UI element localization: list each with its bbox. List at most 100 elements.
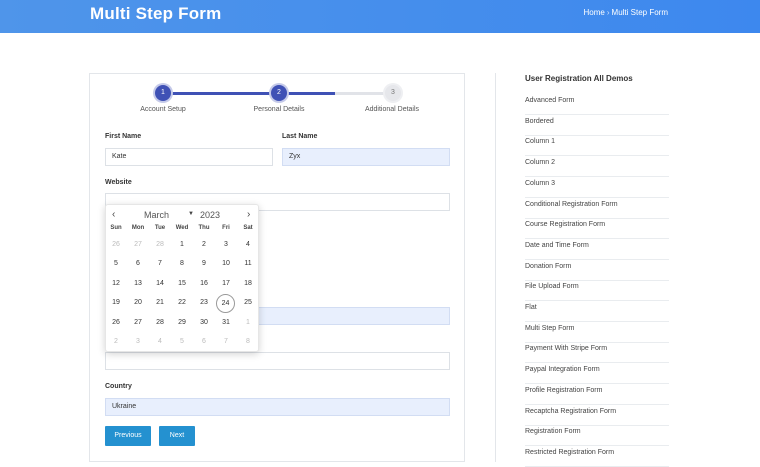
sidebar-item[interactable]: Conditional Registration Form [525,198,669,219]
next-button[interactable]: Next [159,426,195,446]
calendar-day[interactable]: 21 [150,294,170,312]
sidebar-item[interactable]: Multi Step Form [525,322,669,343]
calendar-day[interactable]: 3 [216,236,236,254]
calendar-day[interactable]: 5 [172,333,192,351]
calendar-day[interactable]: 26 [106,314,126,332]
step-1-label: Account Setup [140,106,186,113]
calendar-day[interactable]: 13 [128,275,148,293]
sidebar-item[interactable]: Paypal Integration Form [525,363,669,385]
calendar-day[interactable]: 1 [172,236,192,254]
sidebar-item[interactable]: Registration Form [525,425,669,447]
country-select[interactable]: Ukraine [105,398,450,416]
calendar-day[interactable]: 7 [150,255,170,273]
step-3-label: Additional Details [364,106,420,113]
calendar-day[interactable]: 30 [194,314,214,332]
weekday-label: Wed [175,225,189,231]
calendar-day[interactable]: 24 [216,294,235,314]
calendar-day[interactable]: 20 [128,294,148,312]
sidebar-item[interactable]: Recaptcha Registration Form [525,405,669,426]
form-card: 1 2 3 Account Setup Personal Details Add… [89,73,465,462]
calendar-day[interactable]: 8 [172,255,192,273]
calendar-day[interactable]: 5 [106,255,126,273]
calendar-day[interactable]: 17 [216,275,236,293]
calendar-day[interactable]: 3 [128,333,148,351]
year-input[interactable]: 2023 [200,210,220,220]
calendar-day[interactable]: 19 [106,294,126,312]
step-1-circle[interactable]: 1 [155,85,171,101]
calendar-day[interactable]: 9 [194,255,214,273]
calendar-day[interactable]: 14 [150,275,170,293]
first-name-input[interactable]: Kate [105,148,273,166]
sidebar-item[interactable]: Profile Registration Form [525,384,669,405]
calendar-day[interactable]: 23 [194,294,214,312]
sidebar-item[interactable]: Date and Time Form [525,239,669,260]
calendar-day[interactable]: 27 [128,314,148,332]
calendar-day[interactable]: 8 [238,333,258,351]
calendar-day[interactable]: 10 [216,255,236,273]
first-name-label: First Name [105,133,142,140]
chevron-down-icon[interactable]: ▼ [188,211,194,217]
sidebar-title: User Registration All Demos [525,74,633,83]
sidebar-item[interactable]: Course Registration Form [525,218,669,240]
previous-button[interactable]: Previous [105,426,151,446]
country-label: Country [105,383,132,390]
calendar-day[interactable]: 25 [238,294,258,312]
page-header: Multi Step Form Home › Multi Step Form [0,0,760,33]
calendar-day[interactable]: 4 [150,333,170,351]
additional-input[interactable] [105,352,450,370]
calendar-day[interactable]: 6 [194,333,214,351]
calendar-day[interactable]: 31 [216,314,236,332]
step-2-circle[interactable]: 2 [271,85,287,101]
calendar-day[interactable]: 22 [172,294,192,312]
sidebar-item[interactable]: Donation Form [525,260,669,281]
sidebar-item[interactable]: Column 1 [525,135,669,157]
calendar-day[interactable]: 28 [150,314,170,332]
website-label: Website [105,179,132,186]
prev-month-icon[interactable]: ‹ [112,209,115,220]
calendar-day[interactable]: 4 [238,236,258,254]
breadcrumb-home-link[interactable]: Home [584,8,605,17]
breadcrumb-separator: › [606,8,610,17]
breadcrumb: Home › Multi Step Form [584,8,668,17]
calendar-day[interactable]: 1 [238,314,258,332]
sidebar-item[interactable]: Advanced Form [525,94,669,115]
weekday-label: Tue [154,225,166,231]
calendar-day[interactable]: 11 [238,255,258,273]
calendar-day[interactable]: 26 [106,236,126,254]
step-3-circle[interactable]: 3 [385,85,401,101]
calendar-day[interactable]: 29 [172,314,192,332]
calendar-day[interactable]: 18 [238,275,258,293]
calendar-day[interactable]: 7 [216,333,236,351]
weekday-label: Sun [110,225,122,231]
calendar-day[interactable]: 27 [128,236,148,254]
sidebar-item[interactable]: Column 2 [525,156,669,178]
weekday-label: Sat [243,225,253,231]
breadcrumb-current: Multi Step Form [611,8,668,17]
sidebar-item[interactable]: File Upload Form [525,280,669,302]
month-select[interactable]: March [144,210,169,220]
sidebar-item[interactable]: Column 3 [525,177,669,198]
calendar-day[interactable]: 28 [150,236,170,254]
sidebar-item[interactable]: Flat [525,301,669,322]
sidebar-divider [495,73,496,462]
calendar-day[interactable]: 2 [194,236,214,254]
weekday-label: Mon [131,225,145,231]
weekday-label: Thu [198,225,210,231]
calendar-day[interactable]: 15 [172,275,192,293]
stepper: 1 2 3 Account Setup Personal Details Add… [90,74,466,119]
date-picker-popup: ‹ March ▼ 2023 › Sun Mon Tue Wed Thu Fri Sat 2… [105,204,259,352]
weekday-label: Fri [222,225,230,231]
calendar-day[interactable]: 6 [128,255,148,273]
page-title: Multi Step Form [90,4,222,23]
sidebar-item[interactable]: Bordered [525,115,669,136]
sidebar-item[interactable]: Payment With Stripe Form [525,342,669,364]
last-name-input[interactable]: Zyx [282,148,450,166]
step-connector-2-remaining [335,92,392,95]
calendar-day[interactable]: 16 [194,275,214,293]
calendar-day[interactable]: 2 [106,333,126,351]
step-2-label: Personal Details [253,106,305,113]
step-connector-2-progress [279,92,335,95]
calendar-day[interactable]: 12 [106,275,126,293]
sidebar-item[interactable]: Restricted Registration Form [525,446,669,467]
next-month-icon[interactable]: › [247,209,250,220]
